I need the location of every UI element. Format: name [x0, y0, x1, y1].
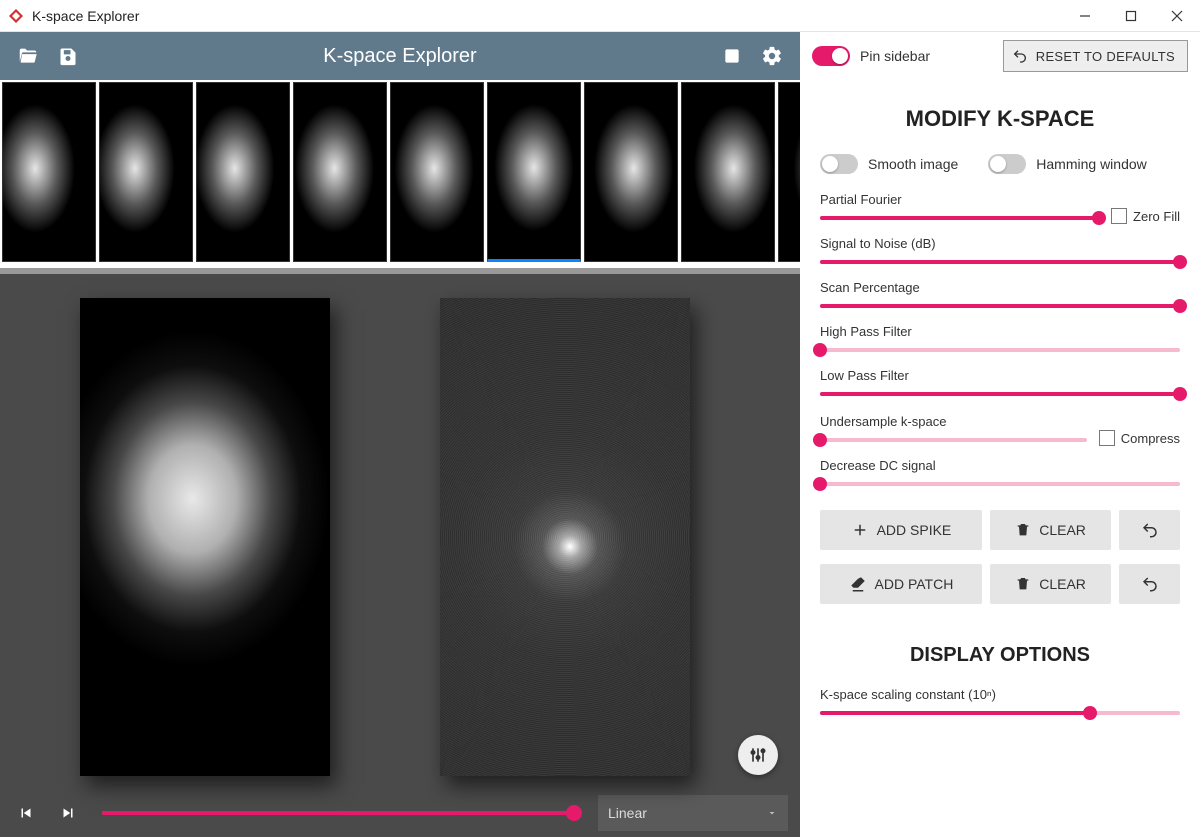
sidebar: Pin sidebar RESET TO DEFAULTS MODIFY K-S…	[800, 32, 1200, 837]
kspace-scale-slider[interactable]	[820, 711, 1180, 715]
app-icon	[8, 8, 24, 24]
window-close-button[interactable]	[1154, 0, 1200, 32]
undo-icon	[1141, 521, 1159, 539]
clear-spike-button[interactable]: CLEAR	[990, 510, 1111, 550]
trash-icon	[1015, 576, 1031, 592]
thumbnail[interactable]	[2, 82, 96, 262]
thumbnail-strip[interactable]	[0, 80, 800, 268]
hamming-window-label: Hamming window	[1036, 156, 1146, 172]
thumbnail[interactable]	[99, 82, 193, 262]
app-toolbar: K-space Explorer	[0, 32, 800, 80]
dc-slider[interactable]	[820, 482, 1180, 486]
next-button[interactable]	[54, 799, 82, 827]
modify-kspace-title: MODIFY K-SPACE	[800, 106, 1200, 132]
smooth-image-label: Smooth image	[868, 156, 958, 172]
dc-label: Decrease DC signal	[820, 458, 1180, 473]
prev-button[interactable]	[12, 799, 40, 827]
scale-select[interactable]: Linear	[598, 795, 788, 831]
compress-label: Compress	[1121, 431, 1180, 446]
reset-defaults-label: RESET TO DEFAULTS	[1036, 49, 1175, 64]
reset-defaults-button[interactable]: RESET TO DEFAULTS	[1003, 40, 1188, 72]
undo-icon	[1012, 48, 1028, 64]
settings-button[interactable]	[752, 36, 792, 76]
thumbnail[interactable]	[778, 82, 800, 262]
eraser-icon	[849, 575, 867, 593]
add-spike-label: ADD SPIKE	[877, 522, 952, 538]
pin-sidebar-toggle[interactable]	[812, 46, 850, 66]
highpass-slider[interactable]	[820, 348, 1180, 352]
thumbnail[interactable]	[681, 82, 775, 262]
lowpass-slider[interactable]	[820, 392, 1180, 396]
partial-fourier-slider[interactable]	[820, 216, 1099, 220]
window-minimize-button[interactable]	[1062, 0, 1108, 32]
clear-patch-button[interactable]: CLEAR	[990, 564, 1111, 604]
scan-pct-label: Scan Percentage	[820, 280, 1180, 295]
undersample-label: Undersample k-space	[820, 414, 1087, 429]
zero-fill-label: Zero Fill	[1133, 209, 1180, 224]
thumbnail[interactable]	[487, 82, 581, 262]
thumbnail[interactable]	[584, 82, 678, 262]
chevron-down-icon	[766, 807, 778, 819]
kspace-viewer[interactable]	[440, 298, 690, 776]
clear-patch-label: CLEAR	[1039, 576, 1086, 592]
window-maximize-button[interactable]	[1108, 0, 1154, 32]
partial-fourier-label: Partial Fourier	[820, 192, 1099, 207]
snr-slider[interactable]	[820, 260, 1180, 264]
undo-icon	[1141, 575, 1159, 593]
undo-patch-button[interactable]	[1119, 564, 1180, 604]
image-viewer[interactable]	[80, 298, 330, 776]
playback-bar: Linear	[0, 789, 800, 837]
thumbnail[interactable]	[293, 82, 387, 262]
save-button[interactable]	[48, 36, 88, 76]
thumbnail[interactable]	[196, 82, 290, 262]
add-patch-label: ADD PATCH	[875, 576, 954, 592]
clear-spike-label: CLEAR	[1039, 522, 1086, 538]
main-content: K-space Explorer	[0, 32, 800, 837]
window-title: K-space Explorer	[32, 8, 139, 24]
toolbar-title: K-space Explorer	[88, 45, 712, 68]
scale-select-label: Linear	[608, 805, 647, 821]
thumbnail[interactable]	[390, 82, 484, 262]
open-file-button[interactable]	[8, 36, 48, 76]
scan-pct-slider[interactable]	[820, 304, 1180, 308]
plus-icon	[851, 521, 869, 539]
pin-sidebar-label: Pin sidebar	[860, 48, 930, 64]
window-mode-button[interactable]	[712, 36, 752, 76]
lowpass-label: Low Pass Filter	[820, 368, 1180, 383]
undersample-slider[interactable]	[820, 438, 1087, 442]
add-spike-button[interactable]: ADD SPIKE	[820, 510, 982, 550]
equalizer-button[interactable]	[738, 735, 778, 775]
hamming-window-toggle[interactable]	[988, 154, 1026, 174]
trash-icon	[1015, 522, 1031, 538]
undo-spike-button[interactable]	[1119, 510, 1180, 550]
display-options-title: DISPLAY OPTIONS	[820, 644, 1180, 667]
add-patch-button[interactable]: ADD PATCH	[820, 564, 982, 604]
compress-checkbox[interactable]	[1099, 430, 1115, 446]
highpass-label: High Pass Filter	[820, 324, 1180, 339]
viewer-area	[0, 274, 800, 789]
zero-fill-checkbox[interactable]	[1111, 208, 1127, 224]
window-titlebar: K-space Explorer	[0, 0, 1200, 32]
timeline-slider[interactable]	[102, 811, 574, 815]
kspace-scale-label: K-space scaling constant (10ⁿ)	[820, 687, 1180, 702]
smooth-image-toggle[interactable]	[820, 154, 858, 174]
snr-label: Signal to Noise (dB)	[820, 236, 1180, 251]
